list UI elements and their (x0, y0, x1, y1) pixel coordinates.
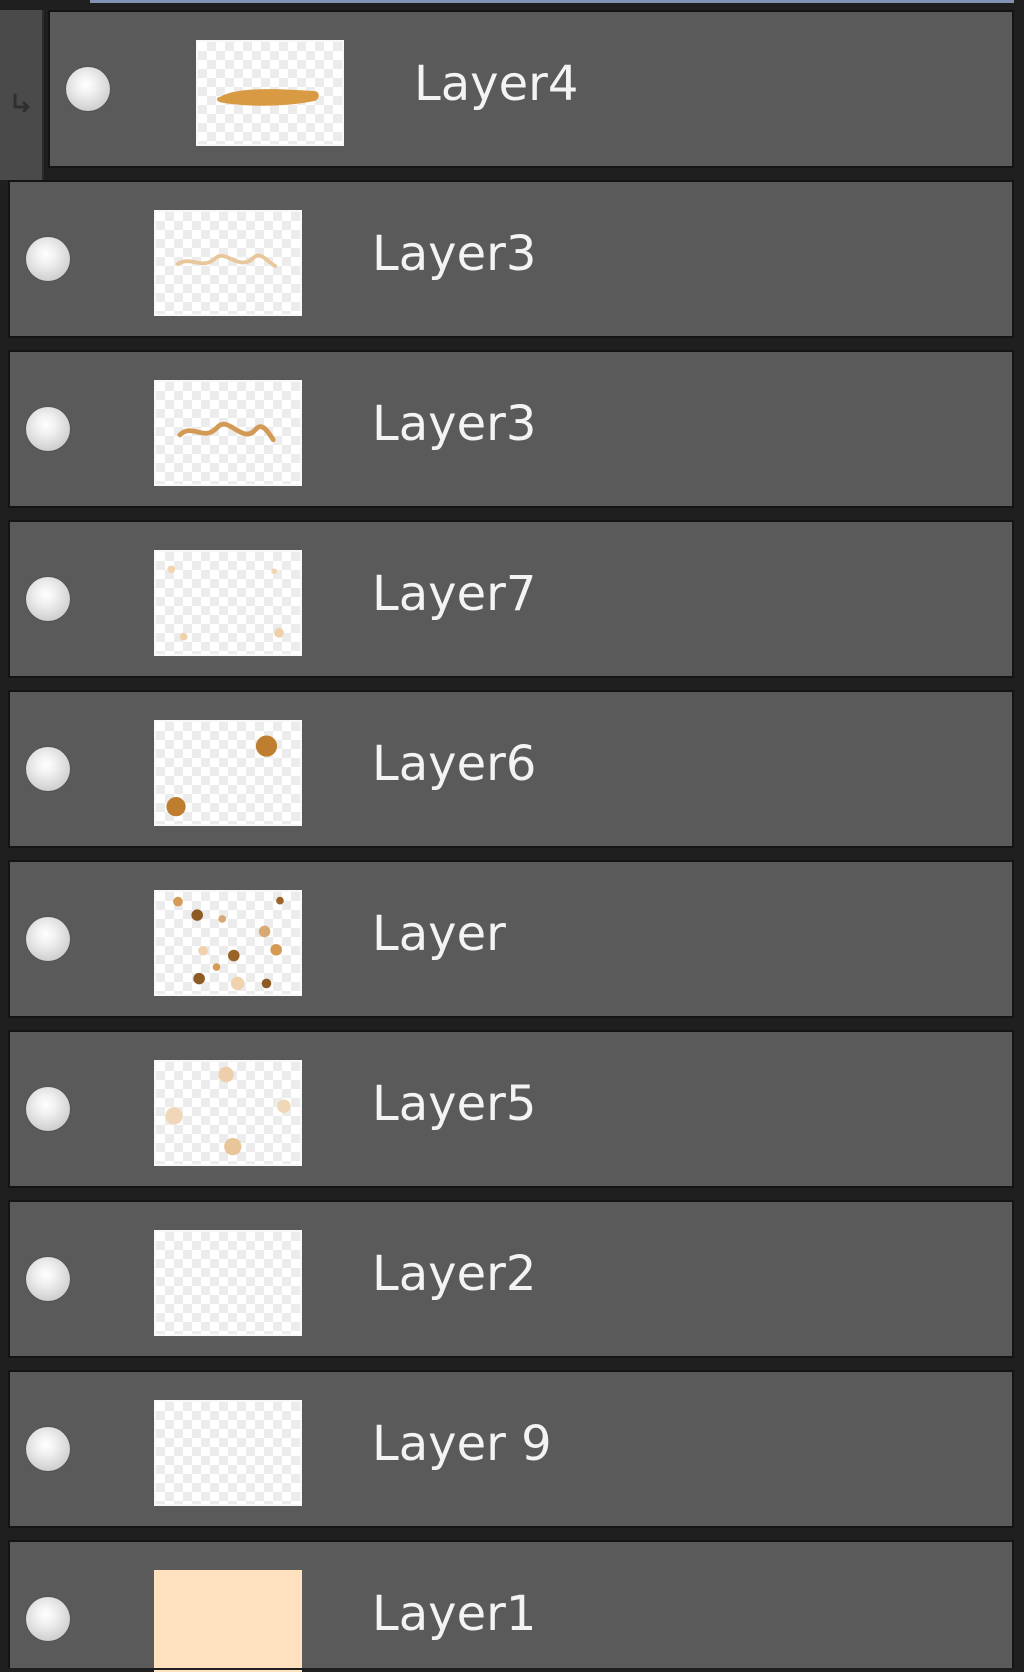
layer-name: Layer6 (372, 736, 537, 792)
visibility-dot-icon[interactable] (26, 237, 70, 281)
visibility-dot-icon[interactable] (26, 1087, 70, 1131)
layer-thumbnail (154, 210, 302, 316)
layer-name: Layer3 (372, 396, 537, 452)
layer-thumbnail (154, 1230, 302, 1336)
layer-row[interactable]: Layer7 (8, 520, 1014, 678)
layer-name: Layer5 (372, 1076, 537, 1132)
selection-edge (90, 0, 1014, 3)
layer-row[interactable]: Layer3 (8, 180, 1014, 338)
visibility-dot-icon[interactable] (26, 1597, 70, 1641)
layer-row[interactable]: Layer (8, 860, 1014, 1018)
layer-thumbnail (154, 720, 302, 826)
layer-name: Layer (372, 906, 506, 962)
visibility-dot-icon[interactable] (26, 407, 70, 451)
layer-row[interactable]: Layer2 (8, 1200, 1014, 1358)
layer-name: Layer 9 (372, 1416, 552, 1472)
layer-name: Layer1 (372, 1586, 537, 1642)
layer-row[interactable]: Layer1 (8, 1540, 1014, 1672)
thumb-soft-icon (165, 1066, 291, 1156)
layer-row[interactable]: Layer5 (8, 1030, 1014, 1188)
layer-name: Layer2 (372, 1246, 537, 1302)
visibility-dot-icon[interactable] (26, 577, 70, 621)
layer-row[interactable]: Layer4 (48, 10, 1014, 168)
clip-arrow-icon (13, 93, 30, 113)
clip-rail (0, 10, 44, 180)
layer-thumbnail (154, 1570, 302, 1672)
visibility-dot-icon[interactable] (26, 747, 70, 791)
layer-row[interactable]: Layer3 (8, 350, 1014, 508)
layer-name: Layer7 (372, 566, 537, 622)
visibility-dot-icon[interactable] (26, 1257, 70, 1301)
layer-thumbnail (154, 890, 302, 996)
layer-thumbnail (154, 550, 302, 656)
layer-thumbnail (154, 1400, 302, 1506)
thumb-stroke-icon (177, 421, 276, 443)
layer-row[interactable]: Layer 9 (8, 1370, 1014, 1528)
thumb-dots-icon (166, 735, 278, 817)
layers-panel: Layer4 Layer3 Layer3 Layer7 Layer6 Layer… (0, 0, 1024, 1672)
visibility-dot-icon[interactable] (66, 67, 110, 111)
layer-thumbnail (154, 1060, 302, 1166)
thumb-scatter-icon (173, 896, 284, 991)
layer-name: Layer3 (372, 226, 537, 282)
layer-thumbnail (196, 40, 344, 146)
visibility-dot-icon[interactable] (26, 1427, 70, 1471)
layer-row[interactable]: Layer6 (8, 690, 1014, 848)
layer-thumbnail (154, 380, 302, 486)
visibility-dot-icon[interactable] (26, 917, 70, 961)
layer-name: Layer4 (414, 56, 579, 112)
thumb-stroke-icon (176, 253, 278, 268)
thumb-shape-icon (216, 89, 319, 106)
thumb-faint-icon (167, 565, 284, 641)
